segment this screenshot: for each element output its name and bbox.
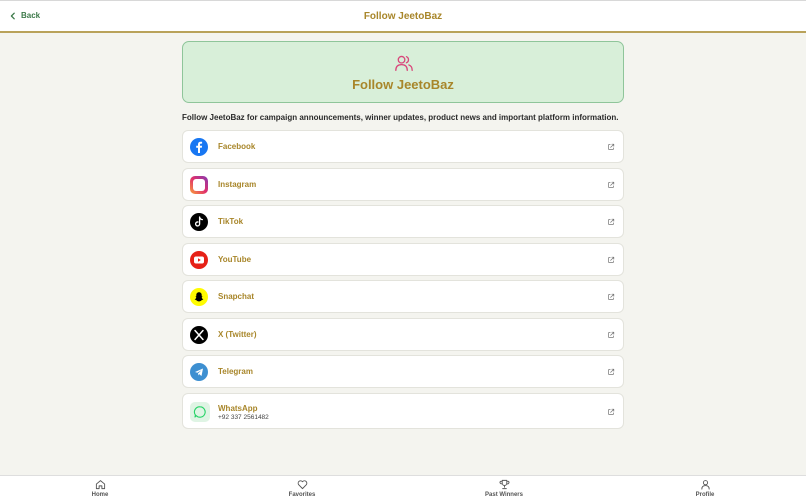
whatsapp-icon — [190, 401, 210, 422]
external-link-icon — [608, 256, 615, 263]
top-bar: Back Follow JeetoBaz — [0, 0, 806, 33]
page-title: Follow JeetoBaz — [363, 11, 443, 22]
social-label: WhatsApp — [218, 403, 258, 413]
social-label: Facebook — [218, 142, 256, 151]
social-item-telegram[interactable]: Telegram — [182, 355, 624, 388]
external-link-icon — [608, 218, 615, 225]
whatsapp-number: +92 337 2561482 — [218, 413, 269, 421]
nav-label: Favorites — [288, 492, 316, 498]
tiktok-icon — [190, 213, 208, 231]
nav-label: Past Winners — [485, 492, 523, 498]
nav-label: Profile — [695, 492, 715, 498]
x-icon — [190, 325, 208, 344]
snapchat-icon — [190, 288, 208, 306]
social-item-whatsapp[interactable]: WhatsApp +92 337 2561482 — [182, 392, 624, 429]
trophy-icon — [499, 479, 509, 490]
nav-home[interactable]: Home — [60, 479, 140, 498]
social-item-youtube[interactable]: YouTube — [182, 242, 624, 276]
social-item-facebook[interactable]: Facebook — [182, 130, 624, 163]
social-label: YouTube — [218, 254, 252, 264]
hero-title: Follow JeetoBaz — [352, 77, 454, 92]
external-link-icon — [608, 293, 615, 300]
users-icon — [395, 55, 413, 72]
external-link-icon — [608, 181, 615, 188]
nav-label: Home — [91, 492, 109, 498]
social-item-tiktok[interactable]: TikTok — [182, 205, 624, 238]
facebook-icon — [190, 138, 208, 156]
nav-favorites[interactable]: Favorites — [262, 479, 342, 498]
instagram-icon — [190, 175, 208, 194]
bottom-nav: Home Favorites Past Winners Profile — [0, 475, 806, 504]
nav-past-winners[interactable]: Past Winners — [464, 479, 544, 498]
social-item-instagram[interactable]: Instagram — [182, 167, 624, 201]
external-link-icon — [608, 368, 615, 375]
social-label: Telegram — [218, 367, 253, 376]
social-label: X (Twitter) — [218, 329, 257, 339]
external-link-icon — [608, 143, 615, 150]
social-item-x-twitter[interactable]: X (Twitter) — [182, 317, 624, 351]
external-link-icon — [608, 331, 615, 338]
social-label: Instagram — [218, 179, 257, 189]
nav-profile[interactable]: Profile — [665, 479, 745, 498]
heart-icon — [297, 480, 307, 490]
social-label: TikTok — [218, 217, 244, 226]
hero-card: Follow JeetoBaz — [182, 41, 624, 103]
external-link-icon — [608, 408, 615, 415]
youtube-icon — [190, 250, 208, 269]
home-icon — [95, 480, 105, 490]
user-icon — [700, 480, 710, 490]
social-label: Snapchat — [218, 292, 255, 301]
intro-text: Follow JeetoBaz for campaign announcemen… — [182, 113, 619, 122]
social-item-snapchat[interactable]: Snapchat — [182, 280, 624, 313]
telegram-icon — [190, 363, 208, 381]
